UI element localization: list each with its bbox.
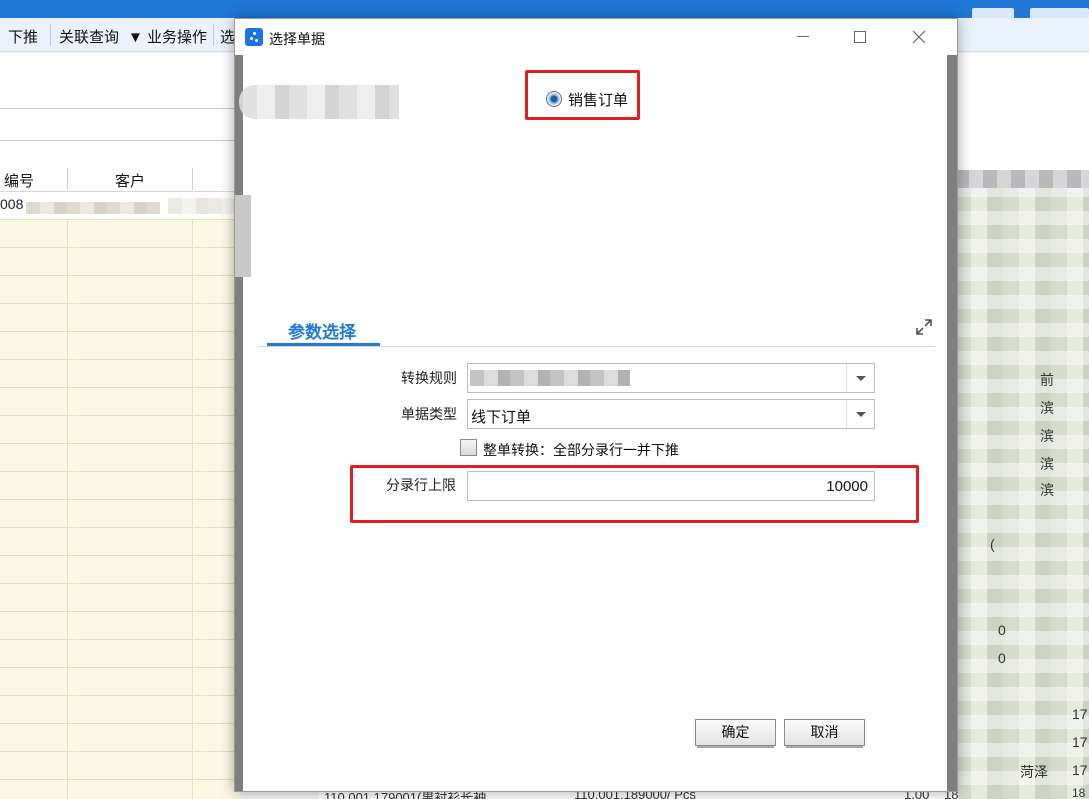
redacted-content [235,195,251,277]
table-row[interactable] [0,332,240,360]
sales-order-radio[interactable] [546,91,562,107]
table-row[interactable] [0,752,240,780]
expand-icon[interactable] [915,318,933,336]
table-row[interactable] [0,724,240,752]
detail-cell: 前 [1040,372,1054,388]
table-row[interactable] [0,388,240,416]
close-icon [912,30,926,44]
detail-cell: 18 [1072,786,1086,799]
document-type-select[interactable]: 线下订单 [467,399,875,429]
dialog-title: 选择单据 [269,31,325,47]
redacted-content [26,202,160,214]
table-row[interactable] [0,528,240,556]
table-row[interactable] [0,668,240,696]
table-row[interactable] [0,640,240,668]
table-row[interactable] [0,416,240,444]
detail-cell: 17 [1072,762,1088,778]
select-document-dialog: 选择单据 销售订单 参数选择 转换规则 单据类型 线下订单 整单转换：全部分录行… [234,18,958,792]
document-type-value: 线下订单 [471,409,532,426]
row-limit-value: 10000 [826,478,868,495]
filter-divider [0,140,240,141]
detail-cell: 滨 [1040,428,1054,444]
redacted-content [168,198,238,214]
table-cell: 008 [0,196,24,212]
sales-order-radio-label[interactable]: 销售订单 [568,89,628,110]
detail-cell: ( [990,536,995,552]
toolbar-divider [50,24,51,46]
maximize-button[interactable] [836,21,882,51]
related-query-button[interactable]: 关联查询 [59,26,119,47]
redacted-detail-header [955,170,1089,188]
app-logo-icon [245,28,263,46]
tab-divider [259,346,935,347]
column-header-customer[interactable]: 客户 [115,170,145,191]
tab-label: 参数选择 [288,323,356,342]
table-row[interactable] [0,248,240,276]
redacted-content [470,370,630,386]
redacted-detail-grid [955,170,1089,799]
detail-cell: 0 [998,650,1006,666]
detail-cell: 17 [1072,734,1088,750]
chevron-down-icon[interactable] [846,400,874,428]
business-ops-menu[interactable]: ▼ 业务操作 [128,26,207,47]
table-row[interactable] [0,696,240,724]
conversion-rule-label: 转换规则 [401,370,457,386]
table-row[interactable] [0,472,240,500]
order-list-grid: 编号 客户 008 [0,166,240,799]
table-row[interactable] [0,612,240,640]
app-title-bar [0,0,1089,22]
column-header-number[interactable]: 编号 [4,170,34,191]
filter-divider [0,108,240,109]
source-type-highlight: 销售订单 [525,70,640,120]
minimize-button[interactable] [780,21,826,51]
detail-cell: 菏泽 [1020,764,1048,780]
table-row[interactable] [0,500,240,528]
column-divider[interactable] [192,168,193,190]
table-row[interactable] [0,276,240,304]
select-menu-partial[interactable]: 选 [220,26,235,47]
table-row[interactable]: 008 [0,192,240,220]
table-row[interactable] [0,780,240,799]
chevron-down-icon[interactable] [846,364,874,392]
detail-cell: 滨 [1040,482,1054,498]
detail-cell: 滨 [1040,400,1054,416]
cancel-button[interactable]: 取消 [784,719,865,748]
toolbar-divider [213,24,214,46]
ok-button[interactable]: 确定 [695,719,776,748]
redacted-content [239,85,399,119]
dialog-left-edge [235,55,243,791]
row-limit-input[interactable]: 10000 [467,471,875,501]
detail-cell: 0 [998,622,1006,638]
tab-parameter-selection[interactable]: 参数选择 [267,316,380,346]
whole-convert-label[interactable]: 整单转换：全部分录行一并下推 [483,440,679,460]
table-row[interactable] [0,360,240,388]
table-row[interactable] [0,444,240,472]
detail-cell: 17 [1072,706,1088,722]
dialog-right-edge [947,55,957,791]
table-row[interactable] [0,556,240,584]
whole-convert-checkbox[interactable] [460,439,477,456]
grid-header: 编号 客户 [0,166,240,192]
table-row[interactable] [0,584,240,612]
push-down-button[interactable]: 下推 [8,26,38,47]
column-divider[interactable] [67,168,68,190]
table-row[interactable] [0,304,240,332]
close-button[interactable] [895,21,941,51]
document-type-label: 单据类型 [401,406,457,422]
table-row[interactable] [0,220,240,248]
dialog-title-bar[interactable]: 选择单据 [235,19,957,55]
conversion-rule-select[interactable] [467,363,875,393]
row-limit-label: 分录行上限 [386,477,456,493]
detail-cell: 滨 [1040,456,1054,472]
